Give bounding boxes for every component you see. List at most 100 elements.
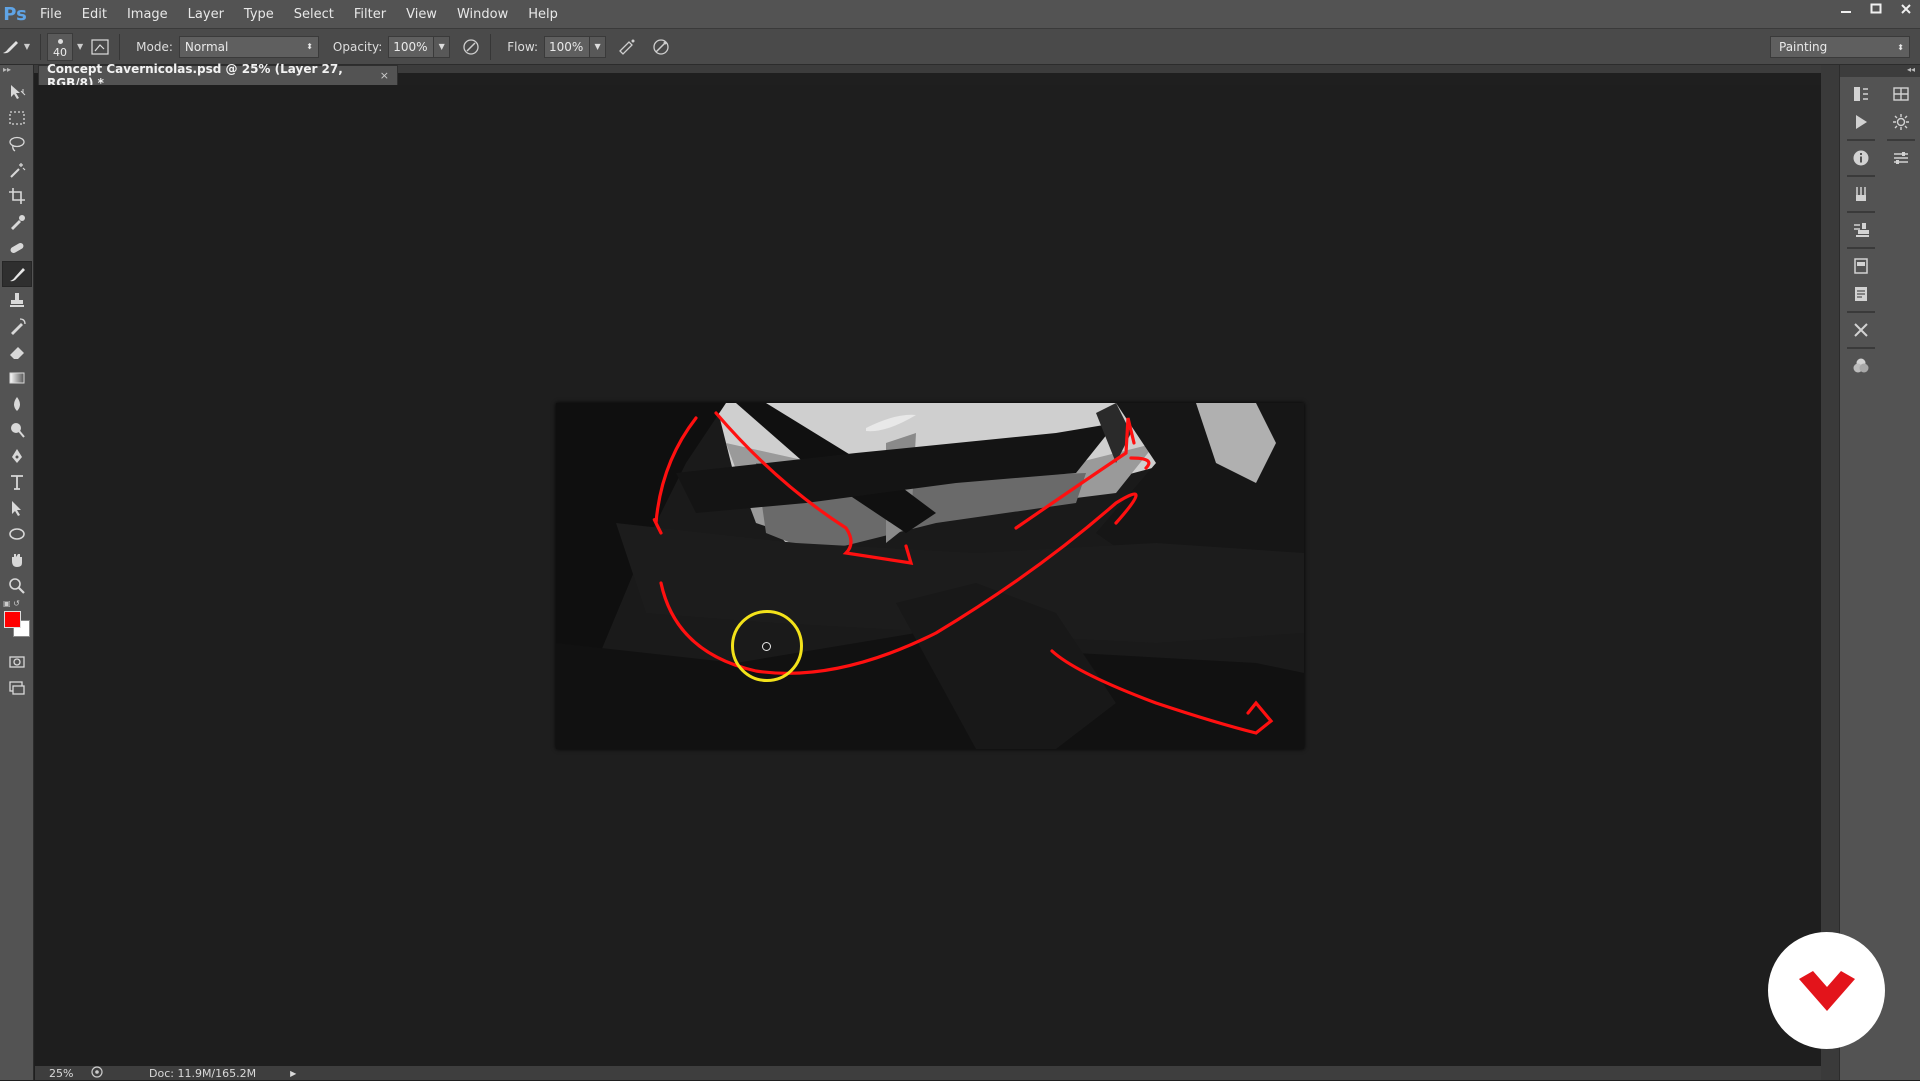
lasso-icon[interactable] bbox=[2, 131, 32, 157]
options-bar: ▼ 40 ▼ Mode: Normal ⬍ Opacity: 100% ▼ Fl… bbox=[0, 29, 1920, 65]
brush-cursor-center bbox=[762, 642, 771, 651]
type-icon[interactable] bbox=[2, 469, 32, 495]
right-panel-dock: ◂◂ bbox=[1839, 65, 1920, 1080]
brush-picker-arrow-icon[interactable]: ▼ bbox=[77, 42, 83, 51]
brush-icon bbox=[3, 40, 18, 53]
mode-label: Mode: bbox=[136, 39, 173, 54]
brush-panel-toggle-button[interactable] bbox=[87, 34, 113, 60]
panel-icons-column-1 bbox=[1842, 79, 1880, 381]
blur-icon[interactable] bbox=[2, 391, 32, 417]
menu-window[interactable]: Window bbox=[447, 0, 518, 29]
document-canvas[interactable] bbox=[556, 403, 1304, 749]
brush-panel-icon bbox=[91, 38, 109, 55]
document-size-info: Doc: 11.9M/165.2M bbox=[149, 1066, 257, 1080]
menu-select[interactable]: Select bbox=[284, 0, 344, 29]
close-icon[interactable] bbox=[1892, 0, 1920, 18]
status-bar: 25% Doc: 11.9M/165.2M ▶ bbox=[35, 1065, 1821, 1080]
dodge-icon[interactable] bbox=[2, 417, 32, 443]
path-selection-icon[interactable] bbox=[2, 495, 32, 521]
opacity-label: Opacity: bbox=[332, 39, 383, 54]
panel-divider bbox=[1847, 139, 1875, 141]
notes-icon[interactable] bbox=[1846, 281, 1876, 307]
color-swatches: ▣ ↺ bbox=[0, 599, 34, 649]
menu-bar: Ps File Edit Image Layer Type Select Fil… bbox=[0, 0, 1920, 29]
artwork-image bbox=[556, 403, 1304, 749]
menu-file[interactable]: File bbox=[30, 0, 72, 29]
photoshop-logo: Ps bbox=[3, 3, 27, 25]
panel-divider bbox=[1847, 311, 1875, 313]
history-panel-icon[interactable] bbox=[1846, 81, 1876, 107]
airbrush-button[interactable] bbox=[614, 34, 640, 60]
eraser-icon[interactable] bbox=[2, 339, 32, 365]
brush-presets-icon[interactable] bbox=[1846, 181, 1876, 207]
brush-icon[interactable] bbox=[2, 261, 32, 287]
status-menu-arrow-icon[interactable]: ▶ bbox=[290, 1069, 296, 1078]
menu-view[interactable]: View bbox=[396, 0, 447, 29]
info-icon[interactable] bbox=[1846, 145, 1876, 171]
menu-help[interactable]: Help bbox=[518, 0, 568, 29]
healing-brush-icon[interactable] bbox=[2, 235, 32, 261]
eyedropper-icon[interactable] bbox=[2, 209, 32, 235]
menu-layer[interactable]: Layer bbox=[178, 0, 234, 29]
flow-slider-toggle[interactable]: ▼ bbox=[590, 35, 607, 58]
zoom-icon[interactable] bbox=[2, 573, 32, 599]
minimize-icon[interactable] bbox=[1832, 0, 1860, 18]
magic-wand-icon[interactable] bbox=[2, 157, 32, 183]
menu-filter[interactable]: Filter bbox=[344, 0, 396, 29]
opacity-slider-toggle[interactable]: ▼ bbox=[434, 35, 451, 58]
airbrush-icon bbox=[619, 39, 635, 55]
pressure-opacity-button[interactable] bbox=[458, 34, 484, 60]
foreground-color-swatch[interactable] bbox=[4, 611, 21, 628]
brush-size-value: 40 bbox=[53, 45, 67, 59]
swatches-grid-icon[interactable] bbox=[1886, 81, 1916, 107]
window-controls bbox=[1830, 0, 1920, 20]
history-brush-icon[interactable] bbox=[2, 313, 32, 339]
gradient-icon[interactable] bbox=[2, 365, 32, 391]
adjustments-sun-icon[interactable] bbox=[1886, 109, 1916, 135]
pen-icon[interactable] bbox=[2, 443, 32, 469]
channels-icon[interactable] bbox=[1846, 353, 1876, 379]
flow-input[interactable]: 100% bbox=[544, 35, 591, 58]
brush-size-picker[interactable]: 40 bbox=[47, 32, 73, 61]
updown-arrows-icon: ⬍ bbox=[1897, 42, 1904, 52]
layer-comps-icon[interactable] bbox=[1846, 253, 1876, 279]
panel-divider bbox=[1887, 139, 1915, 141]
move-icon[interactable] bbox=[2, 79, 32, 105]
tools-panel: ▸▸ ▣ ↺ bbox=[0, 65, 34, 1080]
blend-mode-select[interactable]: Normal ⬍ bbox=[178, 35, 319, 58]
pressure-size-icon bbox=[653, 38, 669, 55]
brush-tip-icon bbox=[57, 38, 63, 44]
hand-icon[interactable] bbox=[2, 547, 32, 573]
menu-edit[interactable]: Edit bbox=[72, 0, 117, 29]
default-colors-icon[interactable]: ▣ ↺ bbox=[3, 599, 20, 608]
close-document-icon[interactable]: × bbox=[380, 69, 389, 82]
actions-play-icon[interactable] bbox=[1846, 109, 1876, 135]
tool-preset-picker[interactable]: ▼ bbox=[0, 32, 34, 62]
quick-mask-icon[interactable] bbox=[2, 649, 32, 675]
flow-label: Flow: bbox=[507, 39, 539, 54]
collapse-toolbar-icon[interactable]: ▸▸ bbox=[0, 65, 33, 79]
marquee-icon[interactable] bbox=[2, 105, 32, 131]
pressure-size-button[interactable] bbox=[648, 34, 674, 60]
clone-source-icon[interactable] bbox=[1846, 217, 1876, 243]
blend-mode-value: Normal bbox=[184, 39, 229, 54]
maximize-icon[interactable] bbox=[1862, 0, 1890, 18]
ellipse-icon[interactable] bbox=[2, 521, 32, 547]
menu-type[interactable]: Type bbox=[234, 0, 284, 29]
pressure-pen-icon bbox=[463, 38, 479, 55]
panel-scroll-gutter bbox=[1821, 65, 1839, 1080]
crop-icon[interactable] bbox=[2, 183, 32, 209]
zoom-level[interactable]: 25% bbox=[35, 1067, 79, 1080]
clone-stamp-icon[interactable] bbox=[2, 287, 32, 313]
properties-sliders-icon[interactable] bbox=[1886, 145, 1916, 171]
opacity-input[interactable]: 100% bbox=[388, 35, 435, 58]
screen-mode-icon[interactable] bbox=[2, 675, 32, 701]
panel-divider bbox=[1847, 175, 1875, 177]
panel-divider bbox=[1847, 347, 1875, 349]
collapse-panels-icon[interactable]: ◂◂ bbox=[1840, 65, 1920, 77]
menu-image[interactable]: Image bbox=[117, 0, 178, 29]
document-tab[interactable]: Concept Cavernicolas.psd @ 25% (Layer 27… bbox=[38, 62, 398, 90]
divider bbox=[490, 33, 492, 60]
tool-presets-icon[interactable] bbox=[1846, 317, 1876, 343]
workspace-switcher[interactable]: Painting ⬍ bbox=[1770, 36, 1910, 58]
